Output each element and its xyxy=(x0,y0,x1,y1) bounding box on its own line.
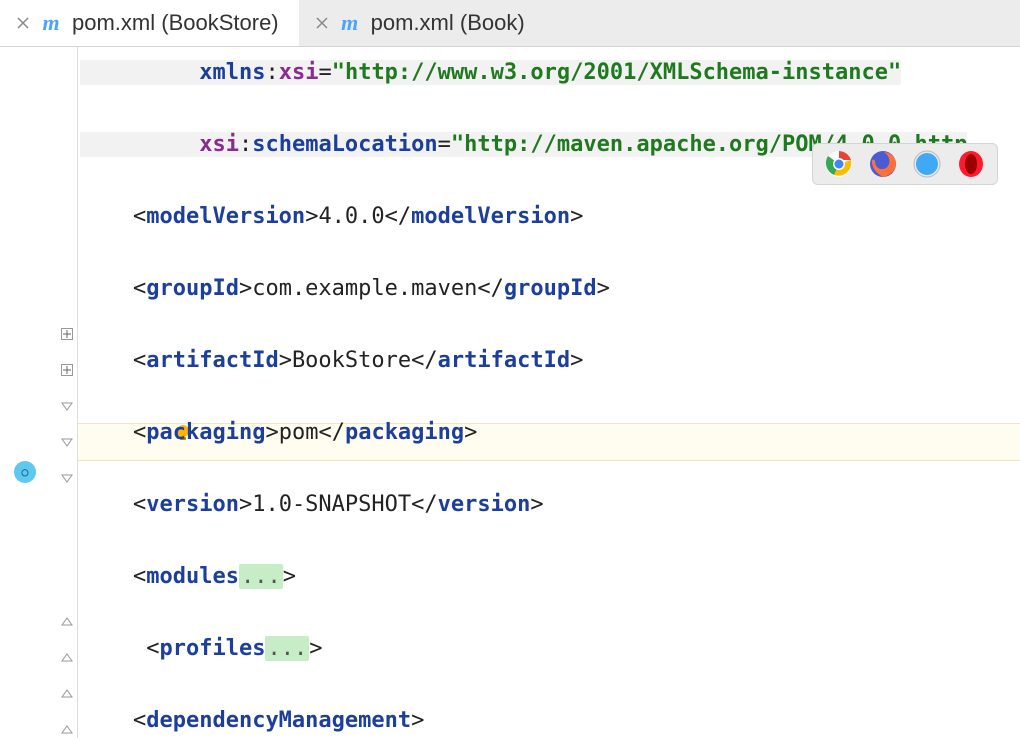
maven-icon: m xyxy=(40,12,62,34)
opera-icon[interactable] xyxy=(957,150,985,178)
chrome-icon[interactable] xyxy=(825,150,853,178)
fold-end-icon[interactable] xyxy=(60,615,74,629)
tab-bar: m pom.xml (BookStore) m pom.xml (Book) xyxy=(0,0,1020,47)
maven-icon: m xyxy=(339,12,361,34)
fold-end-icon[interactable] xyxy=(60,723,74,737)
fold-end-icon[interactable] xyxy=(60,687,74,701)
open-in-browser-toolbar xyxy=(812,143,998,185)
structure-marker[interactable]: ○ xyxy=(14,461,36,483)
gutter[interactable]: ○ xyxy=(0,47,78,738)
close-icon[interactable] xyxy=(16,16,30,30)
fold-collapse-icon[interactable] xyxy=(60,399,74,413)
fold-collapse-icon[interactable] xyxy=(60,471,74,485)
fold-end-icon[interactable] xyxy=(60,651,74,665)
fold-expand-icon[interactable] xyxy=(60,363,74,377)
fold-expand-icon[interactable] xyxy=(60,327,74,341)
tab-pom-book[interactable]: m pom.xml (Book) xyxy=(299,0,545,46)
safari-icon[interactable] xyxy=(913,150,941,178)
tab-label: pom.xml (BookStore) xyxy=(72,10,279,36)
tab-label: pom.xml (Book) xyxy=(371,10,525,36)
fold-collapse-icon[interactable] xyxy=(60,435,74,449)
firefox-icon[interactable] xyxy=(869,150,897,178)
tab-pom-bookstore[interactable]: m pom.xml (BookStore) xyxy=(0,0,299,46)
editor[interactable]: ○ xmlns:xsi="http://www.w3.org/2001/XMLS… xyxy=(0,47,1020,738)
close-icon[interactable] xyxy=(315,16,329,30)
